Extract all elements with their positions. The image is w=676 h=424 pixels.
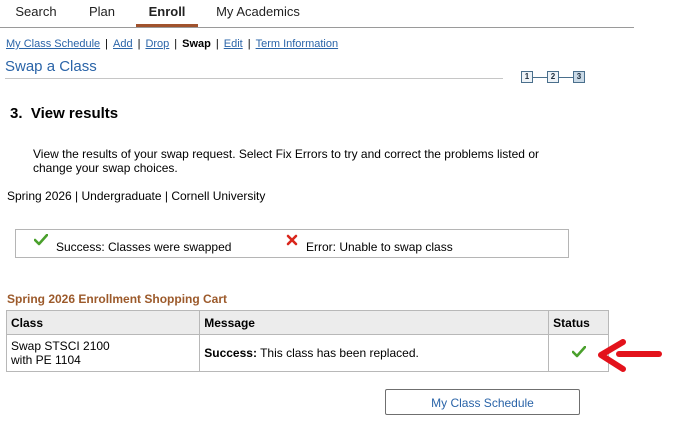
success-check-icon [571, 345, 586, 361]
my-class-schedule-button[interactable]: My Class Schedule [385, 389, 580, 415]
class-swap-from: Swap STSCI 2100 [11, 339, 110, 353]
status-legend: Success: Classes were swapped Error: Una… [15, 229, 569, 258]
subnav-edit[interactable]: Edit [224, 38, 243, 50]
instructions-text: View the results of your swap request. S… [33, 147, 539, 175]
column-header-message: Message [199, 310, 550, 335]
term-info-line: Spring 2026 | Undergraduate | Cornell Un… [7, 189, 266, 203]
legend-error-label: Error: Unable to swap class [306, 240, 453, 254]
tabs-divider [0, 27, 634, 28]
subnav-term-information[interactable]: Term Information [256, 38, 339, 50]
page-title: Swap a Class [5, 58, 97, 75]
column-header-class: Class [5, 310, 201, 335]
step-3: 3 [573, 71, 585, 83]
subnav-separator: | [137, 38, 141, 50]
subnav-add[interactable]: Add [113, 38, 133, 50]
step-1: 1 [521, 71, 533, 83]
subnav-drop[interactable]: Drop [145, 38, 169, 50]
message-text: This class has been replaced. [256, 346, 419, 360]
subnav: My Class Schedule | Add | Drop | Swap | Edit | Ter… [6, 38, 338, 50]
tab-plan[interactable]: Plan [83, 0, 121, 27]
error-x-icon [286, 234, 298, 249]
tab-my-academics[interactable]: My Academics [214, 0, 302, 27]
shopping-cart-table: Class Message Status Swap STSCI 2100 wit… [5, 310, 609, 372]
subnav-separator: | [105, 38, 109, 50]
message-status-word: Success: [204, 346, 257, 360]
section-heading: 3. View results [10, 105, 119, 122]
subnav-swap: Swap [182, 38, 211, 50]
message-cell: Success: This class has been replaced. [199, 334, 550, 372]
table-row: Swap STSCI 2100 with PE 1104 Success: Th… [5, 334, 609, 372]
success-check-icon [33, 233, 49, 249]
step-2: 2 [547, 71, 559, 83]
subnav-separator: | [174, 38, 178, 50]
table-header-row: Class Message Status [5, 310, 609, 335]
step-connector [533, 77, 547, 78]
cart-title: Spring 2026 Enrollment Shopping Cart [7, 292, 228, 306]
class-swap-with: with PE 1104 [11, 353, 81, 367]
subnav-separator: | [247, 38, 251, 50]
tab-search[interactable]: Search [10, 0, 62, 27]
class-cell: Swap STSCI 2100 with PE 1104 [5, 334, 201, 372]
legend-success-label: Success: Classes were swapped [56, 240, 232, 254]
subnav-separator: | [215, 38, 219, 50]
step-connector [559, 77, 573, 78]
annotation-arrow-icon [597, 339, 663, 376]
subnav-my-class-schedule[interactable]: My Class Schedule [6, 38, 100, 50]
title-divider [5, 78, 503, 79]
column-header-status: Status [548, 310, 609, 335]
tab-enroll[interactable]: Enroll [136, 0, 198, 27]
